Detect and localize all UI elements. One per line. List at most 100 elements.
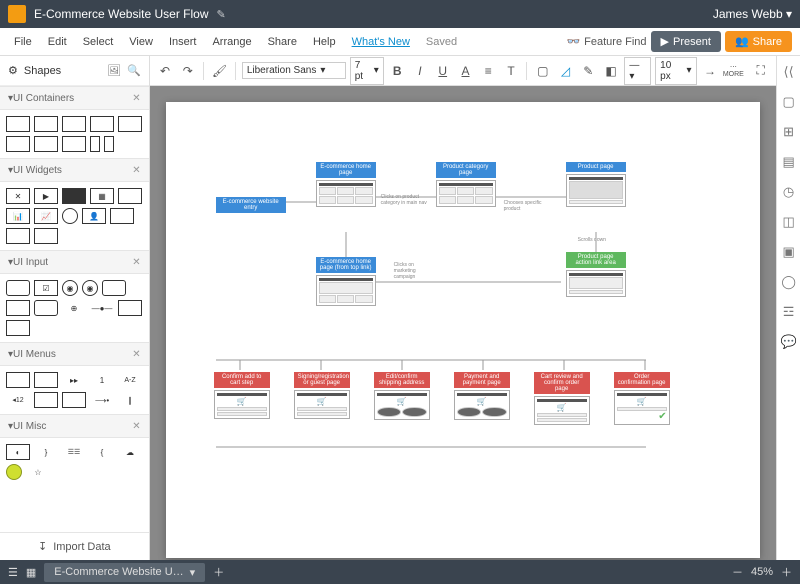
menu-arrange[interactable]: Arrange	[206, 32, 257, 52]
layers-icon[interactable]: ◫	[781, 214, 797, 230]
flow-node[interactable]: E-commerce website entry	[216, 197, 286, 215]
shape-item[interactable]	[90, 116, 114, 132]
shape-item[interactable]	[104, 136, 114, 152]
menu-insert[interactable]: Insert	[163, 32, 203, 52]
shape-item[interactable]: {	[90, 444, 114, 460]
shape-item[interactable]	[34, 228, 58, 244]
shape-item[interactable]	[6, 464, 22, 480]
zoom-in-button[interactable]: ＋	[781, 564, 792, 580]
grid-view-icon[interactable]: ▦	[26, 566, 36, 579]
shape-style-button[interactable]: ✎	[579, 61, 598, 81]
arrow-style-button[interactable]: →	[701, 61, 720, 81]
shape-item[interactable]: }	[34, 444, 58, 460]
shape-item[interactable]: ☆	[26, 464, 50, 480]
shape-item[interactable]: ◂12	[6, 392, 30, 408]
menu-file[interactable]: File	[8, 32, 38, 52]
shape-item[interactable]: ☰☰	[62, 444, 86, 460]
shape-item[interactable]	[6, 372, 30, 388]
category-ui-misc[interactable]: ▾ UI Misc✕	[0, 414, 149, 438]
shape-item[interactable]	[6, 116, 30, 132]
italic-button[interactable]: I	[411, 61, 430, 81]
shape-item[interactable]	[62, 188, 86, 204]
text-options-button[interactable]: T	[502, 61, 521, 81]
feature-find[interactable]: 👓Feature Find	[566, 35, 646, 48]
shape-item[interactable]: ◉	[62, 280, 78, 296]
shape-item[interactable]: ✕	[6, 188, 30, 204]
user-menu[interactable]: James Webb ▾	[713, 7, 792, 21]
paint-format-button[interactable]: 🖌	[210, 61, 229, 81]
list-view-icon[interactable]: ☰	[8, 566, 18, 579]
border-color-button[interactable]: ◿	[556, 61, 575, 81]
underline-button[interactable]: U	[433, 61, 452, 81]
close-icon[interactable]: ✕	[132, 421, 140, 432]
zoom-level[interactable]: 45%	[751, 566, 773, 578]
shape-item[interactable]: ☑	[34, 280, 58, 296]
shape-item[interactable]	[34, 372, 58, 388]
close-icon[interactable]: ✕	[132, 93, 140, 104]
add-page-button[interactable]: ＋	[213, 564, 224, 580]
zoom-out-button[interactable]: －	[732, 564, 743, 580]
flow-node[interactable]: Cart review and confirm order page🛒	[534, 372, 590, 425]
present-button[interactable]: ▶Present	[651, 31, 721, 52]
line-style-button[interactable]: ◧	[602, 61, 621, 81]
search-icon[interactable]: 🔍	[127, 64, 141, 77]
shape-item[interactable]	[6, 320, 30, 336]
shape-item[interactable]	[34, 136, 58, 152]
shape-item[interactable]: A-Z	[118, 372, 142, 388]
bold-button[interactable]: B	[388, 61, 407, 81]
menu-view[interactable]: View	[123, 32, 159, 52]
shape-item[interactable]	[34, 116, 58, 132]
flow-node[interactable]: Product page action link area	[566, 252, 626, 297]
menu-share[interactable]: Share	[262, 32, 303, 52]
doc-tab[interactable]: E-Commerce Website U…▾	[44, 563, 205, 582]
shape-item[interactable]: ⟶•	[90, 392, 114, 408]
share-button[interactable]: 👥Share	[725, 31, 792, 52]
close-icon[interactable]: ✕	[132, 165, 140, 176]
menu-edit[interactable]: Edit	[42, 32, 73, 52]
history-icon[interactable]: ◷	[781, 184, 797, 200]
shape-item[interactable]	[62, 392, 86, 408]
redo-button[interactable]: ↷	[178, 61, 197, 81]
shape-item[interactable]: 📈	[34, 208, 58, 224]
flow-node[interactable]: Confirm add to cart step🛒	[214, 372, 270, 419]
shape-item[interactable]	[118, 116, 142, 132]
category-ui-menus[interactable]: ▾ UI Menus✕	[0, 342, 149, 366]
image-icon[interactable]: 🖼	[107, 64, 121, 77]
collapse-icon[interactable]: ⟨⟨	[781, 64, 797, 80]
shape-item[interactable]: ◐	[6, 444, 30, 460]
chat-icon[interactable]: 💬	[781, 334, 797, 350]
fullscreen-button[interactable]: ⛶	[751, 61, 770, 81]
shape-item[interactable]: ▦	[90, 188, 114, 204]
shape-item[interactable]	[6, 300, 30, 316]
data-icon[interactable]: ⊞	[781, 124, 797, 140]
page-icon[interactable]: ▢	[781, 94, 797, 110]
shape-item[interactable]	[62, 136, 86, 152]
text-color-button[interactable]: A	[456, 61, 475, 81]
category-ui-containers[interactable]: ▾ UI Containers✕	[0, 86, 149, 110]
shape-item[interactable]: ◉	[82, 280, 98, 296]
close-icon[interactable]: ✕	[132, 349, 140, 360]
actions-icon[interactable]: ☲	[781, 304, 797, 320]
shape-item[interactable]: ▶	[34, 188, 58, 204]
category-ui-input[interactable]: ▾ UI Input✕	[0, 250, 149, 274]
font-size-select[interactable]: 7 pt▾	[350, 57, 384, 85]
canvas[interactable]: E-commerce website entry E-commerce home…	[150, 86, 777, 560]
shape-item[interactable]	[62, 208, 78, 224]
font-select[interactable]: Liberation Sans▾	[242, 62, 346, 79]
shape-item[interactable]	[34, 392, 58, 408]
shape-item[interactable]: —●—	[90, 300, 114, 316]
flow-node[interactable]: E-commerce home page	[316, 162, 376, 207]
shape-item[interactable]: 👤	[82, 208, 106, 224]
shape-item[interactable]: ∥	[118, 392, 142, 408]
shape-item[interactable]	[90, 136, 100, 152]
flow-node[interactable]: Payment and payment page🛒	[454, 372, 510, 420]
shape-item[interactable]	[6, 228, 30, 244]
shape-item[interactable]	[110, 208, 134, 224]
shape-item[interactable]	[62, 116, 86, 132]
menu-select[interactable]: Select	[77, 32, 120, 52]
shape-item[interactable]: ⊕	[62, 300, 86, 316]
shapes-settings-icon[interactable]: ⚙	[8, 64, 18, 77]
align-button[interactable]: ≡	[479, 61, 498, 81]
shape-item[interactable]: ▸▸	[62, 372, 86, 388]
rename-icon[interactable]: ✎	[216, 8, 225, 21]
